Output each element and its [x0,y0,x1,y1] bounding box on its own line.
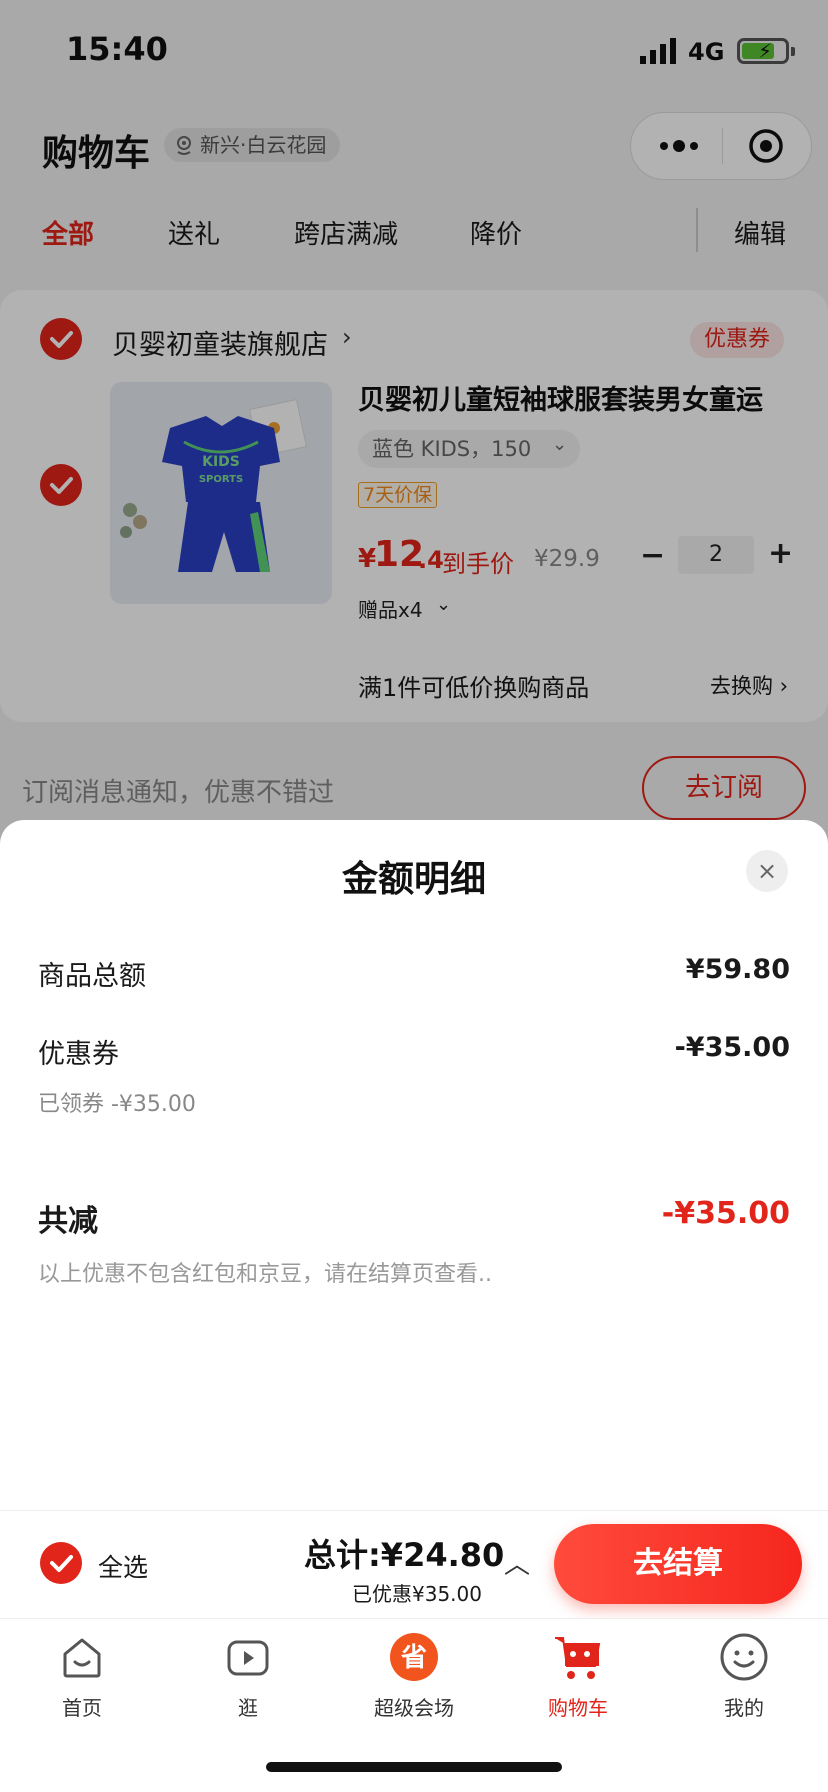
coupon-value: -¥35.00 [674,1032,790,1063]
home-icon [63,1638,101,1678]
sheet-title: 金额明细 [341,859,486,900]
profile-smile-icon [720,1633,768,1681]
super-venue-icon: 省 [390,1633,438,1681]
tabbar-label: 超级会场 [374,1696,454,1720]
tabbar-profile[interactable]: 我的 [684,1630,804,1721]
coupon-label: 优惠券 [38,1039,119,1070]
select-all-checkbox[interactable] [40,1542,82,1584]
cart-icon [555,1637,601,1679]
checkout-saved: 已优惠¥35.00 [352,1582,482,1606]
svg-text:省: 省 [400,1643,427,1673]
home-indicator [266,1762,562,1772]
chevron-up-icon[interactable]: ︿ [504,1544,530,1581]
tabbar-label: 首页 [62,1696,102,1720]
total-discount-label: 共减 [38,1204,98,1239]
goods-total-label: 商品总额 [38,961,146,992]
checkout-total: 总计:¥24.80 [304,1536,505,1574]
checkout-button[interactable]: 去结算 [554,1524,802,1604]
tabbar-label: 我的 [724,1696,764,1720]
discount-footnote: 以上优惠不包含红包和京豆，请在结算页查看.. [38,1262,492,1287]
tabbar-label: 购物车 [548,1696,608,1720]
tabbar-super-venue[interactable]: 省 超级会场 [354,1630,474,1721]
coupon-note: 已领券 -¥35.00 [38,1092,196,1117]
tabbar-cart[interactable]: 购物车 [518,1630,638,1721]
tabbar-label: 逛 [238,1696,258,1720]
select-all-label[interactable]: 全选 [98,1548,148,1584]
tabbar-browse[interactable]: 逛 [188,1630,308,1721]
goods-total-value: ¥59.80 [685,954,790,985]
tabbar-home[interactable]: 首页 [22,1630,142,1721]
video-play-icon [227,1640,269,1676]
total-discount-value: -¥35.00 [661,1196,790,1231]
check-icon [50,1555,73,1572]
close-icon[interactable]: × [746,850,788,892]
